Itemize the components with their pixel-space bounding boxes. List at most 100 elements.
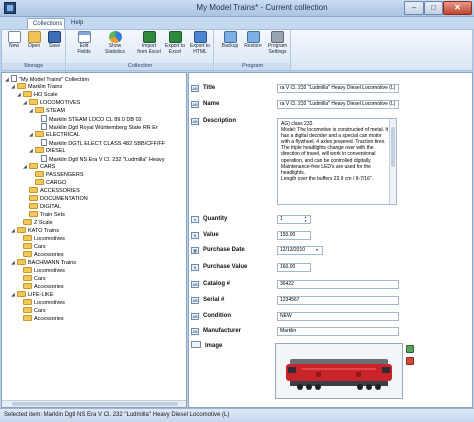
folder-icon xyxy=(29,163,38,169)
text-field-icon: AB xyxy=(191,328,199,335)
tree-node[interactable]: ◢ ELECTRICAL xyxy=(29,131,80,139)
tree-item[interactable]: Marklin Dgtl Royal Württemberg State RR … xyxy=(41,123,158,131)
tree-node[interactable]: ◢ HO Scale xyxy=(17,91,58,99)
program-settings-button[interactable]: Program Settings xyxy=(265,31,290,55)
text-field-icon: AB xyxy=(191,101,199,108)
item-icon xyxy=(41,139,47,146)
tree-node[interactable]: ◢ LIFE-LIKE xyxy=(11,291,53,299)
tree-node[interactable]: Accessories xyxy=(23,251,64,259)
edit-fields-icon xyxy=(77,31,91,43)
tree-node[interactable]: Cars xyxy=(23,275,46,283)
quantity-label: # Quantity xyxy=(191,214,227,224)
tree-node[interactable]: Locomotives xyxy=(23,235,65,243)
program-settings-label: Program Settings xyxy=(267,43,288,55)
tree-node[interactable]: Train Sets xyxy=(23,211,65,219)
tree-node[interactable]: DOCUMENTATION xyxy=(23,195,88,203)
import-excel-icon xyxy=(142,31,156,43)
currency-field-icon: $ xyxy=(191,264,199,271)
restore-button[interactable]: Restore xyxy=(242,31,264,50)
tree-node[interactable]: Cars xyxy=(23,307,46,315)
delete-image-icon[interactable] xyxy=(406,357,414,365)
minimize-button[interactable]: – xyxy=(404,1,424,15)
tree-node[interactable]: Locomotives xyxy=(23,299,65,307)
tree-node[interactable]: DIGITAL xyxy=(23,203,61,211)
collection-tree[interactable]: ◢ "My Model Trains" Collection ◢ Marklin T… xyxy=(1,72,187,408)
import-excel-button[interactable]: Import from Excel xyxy=(137,31,161,55)
tree-node[interactable]: ◢ KATO Trains xyxy=(11,227,59,235)
tree-item-selected[interactable]: Marklin Dgtl NS Era V Cl. 232 "Ludmilla"… xyxy=(41,155,164,163)
tab-collections[interactable]: Collections xyxy=(27,18,65,29)
name-field[interactable]: ra V Cl. 232 "Ludmilla" Heavy Diesel Loc… xyxy=(277,100,399,109)
tree-node[interactable]: CARGO xyxy=(35,179,66,187)
tree-node[interactable]: ACCESSORIES xyxy=(23,187,80,195)
close-button[interactable]: ✕ xyxy=(443,1,472,15)
maximize-button[interactable]: □ xyxy=(424,1,443,15)
storage-group-label: Storage xyxy=(2,63,65,70)
backup-icon xyxy=(223,31,237,43)
export-html-button[interactable]: Export to HTML xyxy=(188,31,212,55)
ribbon: New Open Save Storage Edit Fields Show S… xyxy=(1,29,473,71)
item-icon xyxy=(41,155,47,162)
program-group: Backup Restore Program Settings Program xyxy=(215,30,291,70)
item-image[interactable] xyxy=(275,343,403,399)
value-field[interactable]: 150.00 xyxy=(277,231,311,240)
tools-icon xyxy=(271,31,284,43)
purchase-value-label: $ Purchase Value xyxy=(191,262,247,272)
tree-node[interactable]: ◢ STEAM xyxy=(29,107,65,115)
description-field[interactable]: AG) class 232. Model: The locomotive is … xyxy=(277,118,397,205)
tree-horizontal-scrollbar[interactable] xyxy=(2,400,186,407)
edit-fields-button[interactable]: Edit Fields xyxy=(73,31,95,55)
save-button[interactable]: Save xyxy=(45,31,64,50)
folder-icon xyxy=(35,147,44,153)
tree-item[interactable]: Marklin STEAM LOCO CL 89.0 DB 02 xyxy=(41,115,142,123)
load-image-icon[interactable] xyxy=(406,345,414,353)
new-button-label: New xyxy=(8,43,19,49)
tab-help[interactable]: Help xyxy=(66,18,88,29)
app-icon[interactable] xyxy=(4,2,16,14)
folder-icon xyxy=(23,315,32,321)
show-statistics-button[interactable]: Show Statistics xyxy=(101,31,129,55)
item-icon xyxy=(41,123,47,130)
item-details: AB Title ra V Cl. 232 "Ludmilla" Heavy Di… xyxy=(188,72,473,408)
item-icon xyxy=(41,115,47,122)
tree-node[interactable]: PASSENGERS xyxy=(35,171,84,179)
collection-group: Edit Fields Show Statistics Import from … xyxy=(67,30,214,70)
scrollbar-thumb[interactable] xyxy=(391,127,395,167)
tree-node[interactable]: ◢ BACHMANN Trains xyxy=(11,259,76,267)
condition-field[interactable]: NEW xyxy=(277,312,399,321)
folder-icon xyxy=(23,235,32,241)
catalog-field[interactable]: 36422 xyxy=(277,280,399,289)
quantity-stepper[interactable]: 1 ▲ ▼ xyxy=(277,215,311,224)
tree-node[interactable]: Locomotives xyxy=(23,267,65,275)
tree-node[interactable]: Z Scale xyxy=(17,219,53,227)
tree-node[interactable]: Accessories xyxy=(23,315,64,323)
spin-down-icon[interactable]: ▼ xyxy=(304,220,309,223)
tree-item[interactable]: Marklin DGTL ELECT CLASS 482 SBB/CFF/FF xyxy=(41,139,165,147)
purchase-value-field[interactable]: 160.00 xyxy=(277,263,311,272)
folder-icon xyxy=(23,267,32,273)
folder-icon xyxy=(29,99,38,105)
status-bar: Selected item: Marklin Dgtl NS Era V Cl.… xyxy=(0,408,474,422)
tree-root[interactable]: ◢ "My Model Trains" Collection xyxy=(5,75,89,83)
purchase-date-picker[interactable]: 12/13/2010 ▾ xyxy=(277,246,323,255)
description-scrollbar[interactable] xyxy=(389,119,396,204)
new-document-icon xyxy=(7,31,21,43)
backup-button[interactable]: Backup xyxy=(219,31,241,50)
tree-node[interactable]: ◢ Marklin Trains xyxy=(11,83,62,91)
tree-node[interactable]: ◢ DIESEL xyxy=(29,147,66,155)
tree-node[interactable]: Accessories xyxy=(23,283,64,291)
open-button[interactable]: Open xyxy=(24,31,44,50)
new-button[interactable]: New xyxy=(5,31,23,50)
scrollbar-thumb[interactable] xyxy=(12,402,178,406)
tree-node[interactable]: ◢ LOCOMOTIVES xyxy=(23,99,80,107)
manufacturer-field[interactable]: Marklin xyxy=(277,327,399,336)
dropdown-arrow-icon[interactable]: ▾ xyxy=(316,248,321,252)
folder-icon xyxy=(23,283,32,289)
tree-node[interactable]: ◢ CARS xyxy=(23,163,55,171)
export-excel-button[interactable]: Export to Excel xyxy=(163,31,187,55)
serial-field[interactable]: 1234567 xyxy=(277,296,399,305)
title-field[interactable]: ra V Cl. 232 "Ludmilla" Heavy Diesel Loc… xyxy=(277,84,399,93)
folder-icon xyxy=(29,195,38,201)
purchase-date-label: ▦ Purchase Date xyxy=(191,245,245,255)
tree-node[interactable]: Cars xyxy=(23,243,46,251)
